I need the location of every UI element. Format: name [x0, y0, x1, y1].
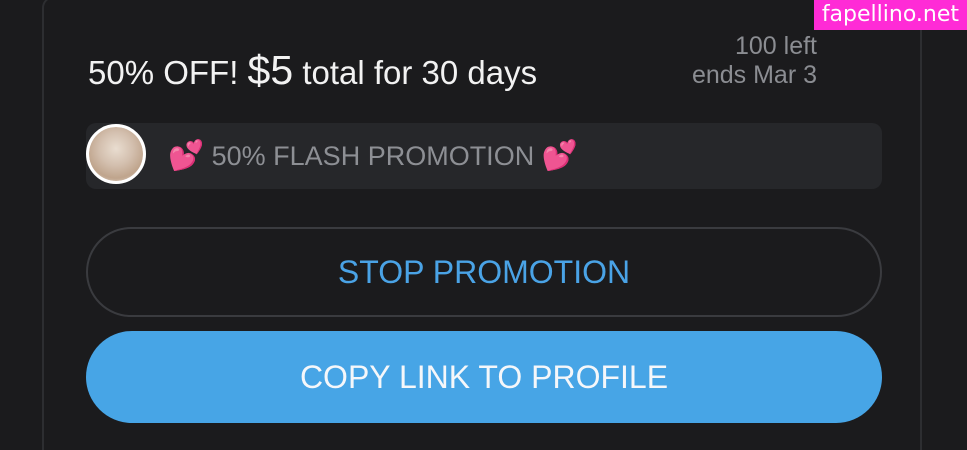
remaining-count: 100 left — [734, 32, 817, 60]
stop-promotion-button[interactable]: STOP PROMOTION — [86, 227, 882, 317]
headline-suffix: total for 30 days — [293, 54, 538, 91]
copy-link-button[interactable]: COPY LINK TO PROFILE — [86, 331, 882, 423]
promotion-message: 💕 50% FLASH PROMOTION 💕 — [168, 134, 578, 178]
hearts-icon: 💕 — [168, 140, 205, 172]
avatar[interactable] — [86, 124, 146, 184]
promotion-screen: fapellino.net 50% OFF! $5 total for 30 d… — [0, 0, 967, 450]
promotion-message-text: 50% FLASH PROMOTION — [211, 141, 535, 171]
avatar-image — [89, 127, 143, 181]
headline-prefix: 50% OFF! — [88, 54, 248, 91]
promotion-meta: 100 left ends Mar 3 — [692, 32, 817, 90]
price-value: $5 — [247, 47, 294, 93]
end-date: ends Mar 3 — [691, 61, 817, 89]
watermark-label: fapellino.net — [813, 0, 967, 30]
promotion-headline: 50% OFF! $5 total for 30 days — [88, 44, 537, 99]
hearts-icon: 💕 — [541, 140, 578, 172]
